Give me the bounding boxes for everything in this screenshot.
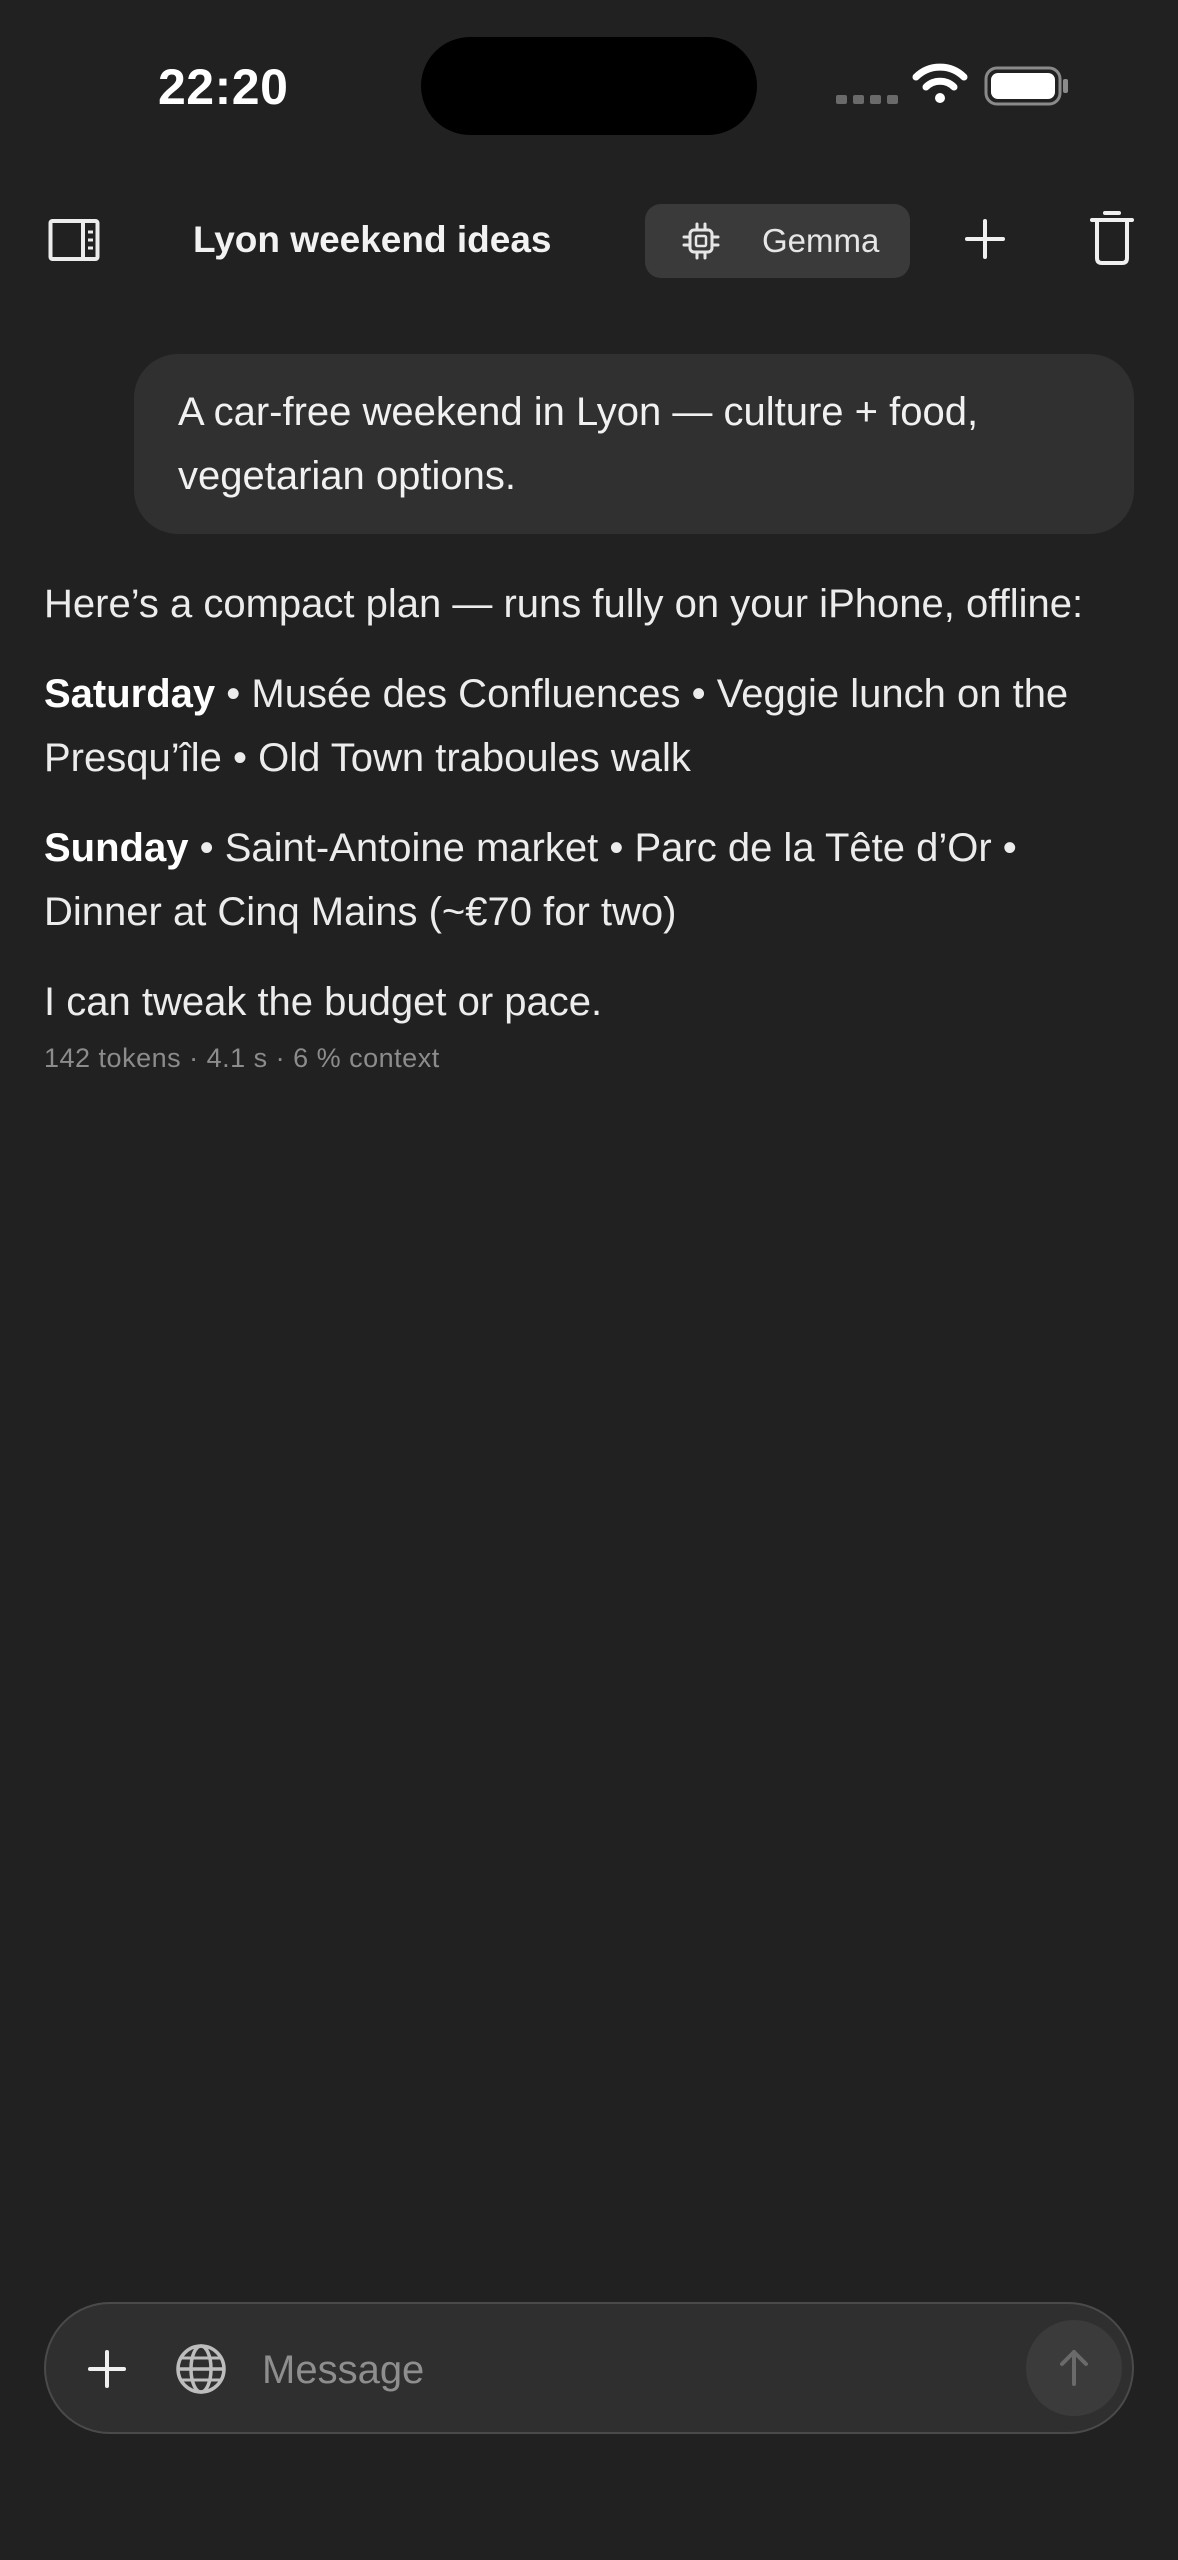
message-input[interactable] [260, 2330, 1044, 2410]
send-button[interactable] [1026, 2320, 1122, 2416]
sunday-label: Sunday [44, 826, 189, 870]
user-message: A car-free weekend in Lyon — culture + f… [134, 354, 1134, 534]
assistant-intro: Here’s a compact plan — runs fully on yo… [44, 582, 1084, 626]
sunday-items: • Saint-Antoine market • Parc de la Tête… [44, 826, 1017, 934]
assistant-sunday: Sunday • Saint-Antoine market • Parc de … [44, 816, 1134, 944]
dynamic-island [421, 37, 757, 135]
chat-header: Lyon weekend ideas Gemma [0, 190, 1178, 290]
cellular-signal-icon [836, 95, 898, 104]
delete-chat-button[interactable] [1088, 210, 1136, 266]
wifi-icon [912, 63, 968, 103]
status-bar: 22:20 [0, 0, 1178, 170]
battery-icon [984, 66, 1068, 106]
message-composer [44, 2302, 1134, 2434]
status-time: 22:20 [158, 59, 289, 115]
new-chat-button[interactable] [960, 214, 1010, 264]
globe-icon[interactable] [174, 2342, 228, 2396]
saturday-label: Saturday [44, 672, 216, 716]
message-stats: 142 tokens · 4.1 s · 6 % context [44, 1043, 440, 1073]
assistant-message: Here’s a compact plan — runs fully on yo… [44, 572, 1134, 1074]
assistant-saturday: Saturday • Musée des Confluences • Veggi… [44, 662, 1134, 790]
assistant-closing: I can tweak the budget or pace. [44, 980, 603, 1024]
model-name: Gemma [762, 222, 880, 259]
chat-title: Lyon weekend ideas [193, 219, 552, 260]
model-selector-button[interactable]: Gemma [645, 204, 910, 278]
sidebar-icon[interactable] [48, 218, 100, 262]
chip-icon [682, 222, 720, 260]
attach-button[interactable] [82, 2344, 132, 2394]
arrow-up-icon [1060, 2350, 1088, 2386]
